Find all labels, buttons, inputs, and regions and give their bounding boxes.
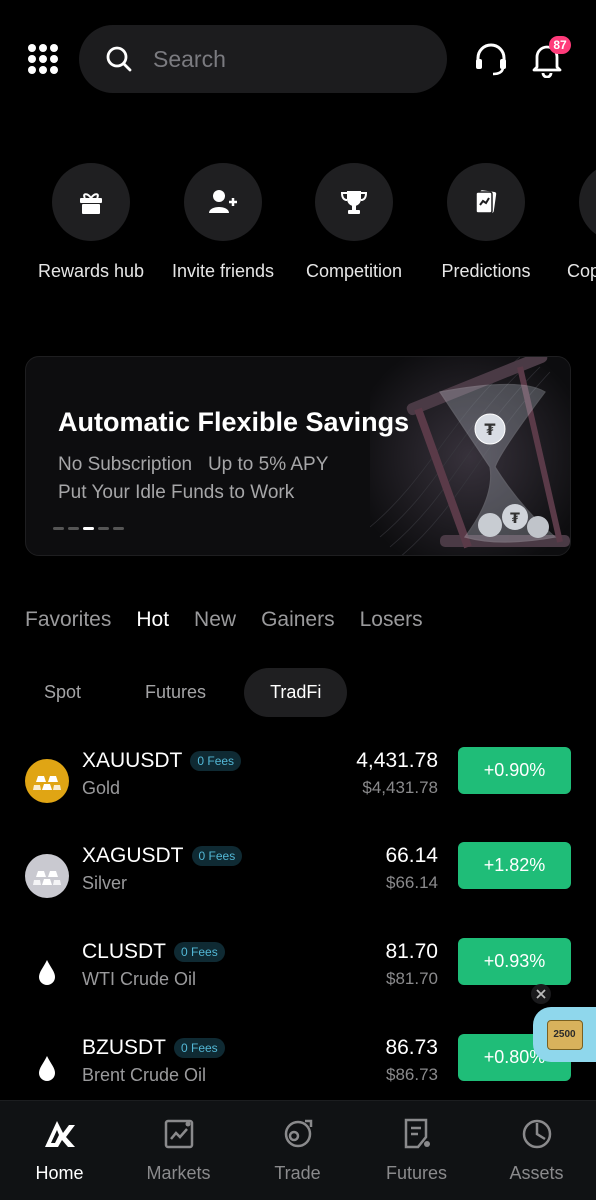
futures-icon: [404, 1118, 430, 1149]
tab-new[interactable]: New: [194, 608, 236, 632]
tab-gainers[interactable]: Gainers: [261, 608, 335, 632]
market-row[interactable]: XAGUSDT 0 Fees Silver 66.14 $66.14 +1.82%: [0, 831, 596, 923]
tab-hot[interactable]: Hot: [136, 608, 169, 632]
fiat-price: $86.73: [386, 1065, 438, 1084]
svg-text:₮: ₮: [484, 420, 495, 439]
fee-badge: 0 Fees: [174, 1038, 225, 1058]
add-user-icon: [209, 190, 237, 213]
notification-badge: 87: [549, 36, 571, 54]
change-badge[interactable]: +1.82%: [458, 842, 571, 889]
change-badge[interactable]: +0.90%: [458, 747, 571, 794]
oil-drop-icon: [25, 950, 69, 994]
nav-markets[interactable]: Markets: [119, 1101, 238, 1200]
market-row[interactable]: CLUSDT 0 Fees WTI Crude Oil 81.70 $81.70 …: [0, 927, 596, 1019]
trade-icon: [284, 1119, 313, 1148]
symbol: XAUUSDT 0 Fees: [82, 749, 242, 773]
shortcut-label: Predictions: [441, 261, 531, 281]
last-price: 66.14: [385, 844, 438, 867]
asset-name: Gold: [82, 778, 121, 798]
market-tabs: Favorites Hot New Gainers Losers: [25, 608, 448, 632]
shortcut-copy-trading[interactable]: Copy trading: [552, 160, 596, 282]
nav-label: Assets: [509, 1163, 564, 1183]
last-price: 4,431.78: [356, 749, 438, 772]
nav-label: Trade: [274, 1163, 321, 1183]
search-bar[interactable]: [79, 25, 447, 93]
gift-icon: [80, 193, 102, 214]
shortcut-rewards-hub[interactable]: Rewards hub: [25, 160, 157, 282]
last-price: 86.73: [385, 1036, 438, 1059]
oil-drop-icon: [25, 1046, 69, 1090]
asset-name: WTI Crude Oil: [82, 969, 197, 989]
change-badge[interactable]: +0.93%: [458, 938, 571, 985]
top-bar: 87: [0, 0, 596, 118]
shortcut-label: Rewards hub: [37, 261, 145, 281]
fiat-price: $4,431.78: [362, 778, 438, 797]
shortcut-invite-friends[interactable]: Invite friends: [157, 160, 289, 282]
fee-badge: 0 Fees: [191, 846, 243, 866]
market-row[interactable]: XAUUSDT 0 Fees Gold 4,431.78 $4,431.78 +0…: [0, 736, 596, 828]
symbol: CLUSDT 0 Fees: [82, 940, 225, 964]
banner-pagination[interactable]: [53, 527, 124, 530]
floating-promo[interactable]: 2500: [533, 1007, 596, 1062]
search-icon: [106, 46, 132, 72]
banner-title: Automatic Flexible Savings: [58, 407, 410, 437]
subtab-tradfi[interactable]: TradFi: [244, 668, 348, 717]
shortcut-predictions[interactable]: Predictions: [420, 160, 552, 282]
subtab-futures[interactable]: Futures: [119, 668, 232, 717]
search-input[interactable]: [153, 45, 403, 73]
cards-icon: [475, 190, 497, 214]
apps-grid-icon[interactable]: [28, 44, 58, 74]
nav-label: Futures: [385, 1163, 448, 1183]
shortcut-label: Competition: [305, 261, 403, 281]
assets-pie-icon: [522, 1119, 552, 1149]
shortcut-label: Invite friends: [171, 261, 275, 281]
gold-bars-icon: [25, 759, 69, 803]
fee-badge: 0 Fees: [174, 942, 225, 962]
savings-banner[interactable]: ₮ ₮ Automatic Flexible Savings No Subscr…: [25, 356, 571, 556]
asset-name: Brent Crude Oil: [82, 1065, 207, 1085]
shortcut-label: Copy trading: [566, 261, 596, 281]
market-subtabs: Spot Futures TradFi: [22, 668, 359, 717]
nav-trade[interactable]: Trade: [238, 1101, 357, 1200]
close-icon[interactable]: [530, 983, 552, 1005]
fiat-price: $66.14: [386, 873, 438, 892]
okx-logo-icon: [45, 1121, 75, 1147]
symbol: BZUSDT 0 Fees: [82, 1036, 225, 1060]
support-headset-icon[interactable]: [472, 40, 510, 78]
markets-chart-icon: [164, 1119, 194, 1149]
nav-home[interactable]: Home: [0, 1101, 119, 1200]
hourglass-illustration: ₮ ₮: [370, 357, 570, 555]
symbol: XAGUSDT 0 Fees: [82, 844, 243, 868]
subtab-spot[interactable]: Spot: [22, 668, 107, 717]
banner-tagline: Put Your Idle Funds to Work: [58, 482, 295, 503]
tab-losers[interactable]: Losers: [360, 608, 423, 632]
nav-label: Home: [35, 1163, 84, 1183]
shortcuts-row: Rewards hub Invite friends Competition P…: [0, 160, 596, 290]
asset-name: Silver: [82, 873, 128, 893]
last-price: 81.70: [385, 940, 438, 963]
trophy-icon: [340, 191, 368, 214]
promo-amount: 2500: [546, 1019, 583, 1050]
fiat-price: $81.70: [386, 969, 438, 988]
nav-assets[interactable]: Assets: [477, 1101, 596, 1200]
banner-subtitle: No Subscription Up to 5% APY: [58, 454, 329, 475]
fee-badge: 0 Fees: [190, 751, 242, 771]
svg-text:₮: ₮: [510, 511, 520, 527]
shortcut-competition[interactable]: Competition: [288, 160, 420, 282]
bottom-nav: Home Markets Trade Futures Assets: [0, 1100, 596, 1200]
nav-label: Markets: [146, 1163, 211, 1183]
nav-futures[interactable]: Futures: [357, 1101, 476, 1200]
tab-favorites[interactable]: Favorites: [25, 608, 111, 632]
silver-bars-icon: [25, 854, 69, 898]
